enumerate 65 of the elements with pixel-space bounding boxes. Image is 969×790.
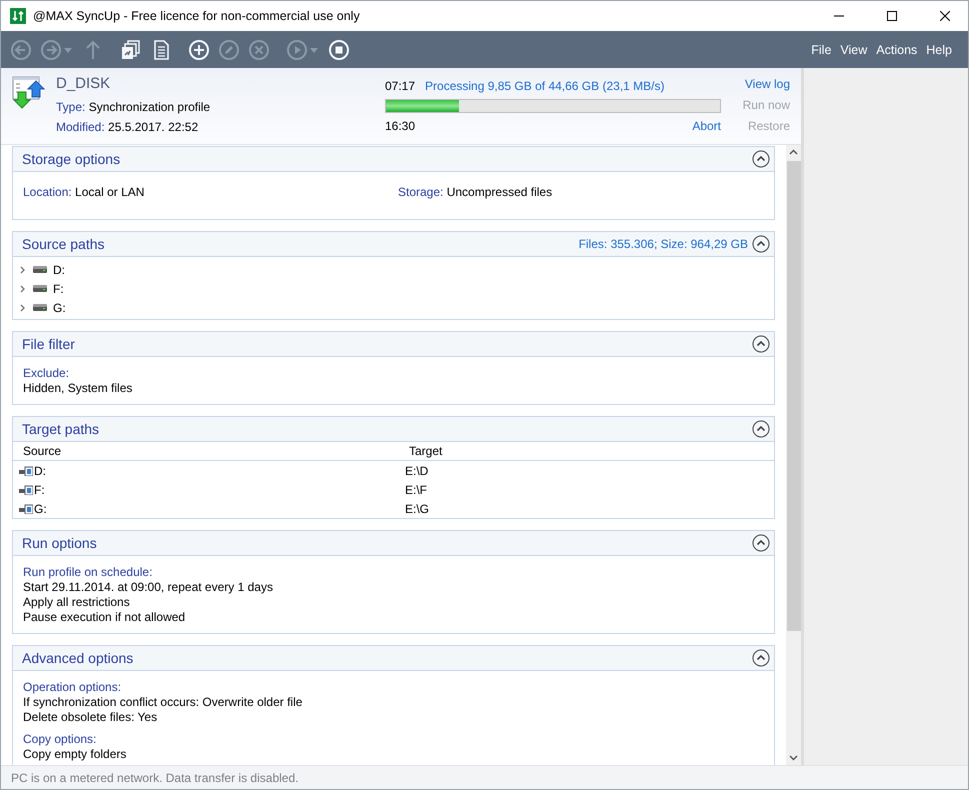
table-cell: E:\D [405, 464, 428, 478]
group-heading: Run profile on schedule: [23, 565, 154, 580]
drive-icon [33, 285, 47, 292]
group-heading: Exclude: [23, 366, 70, 381]
scroll-up-icon[interactable] [789, 148, 798, 157]
option-text: Pause execution if not allowed [23, 610, 186, 625]
section-title: Storage options [22, 151, 122, 167]
status-message: PC is on a metered network. Data transfer is disabled. [1, 765, 968, 789]
profile-field: Type: Synchronization profile [56, 97, 385, 117]
menu-item[interactable]: Actions [876, 42, 918, 56]
collapse-button[interactable] [752, 150, 770, 168]
table-cell: E:\G [405, 502, 430, 516]
drive-icon [33, 304, 47, 311]
field-text: Location: Local or LAN [23, 184, 146, 201]
tree-item[interactable]: F: [53, 282, 64, 296]
menu-item[interactable]: Help [926, 42, 952, 56]
profile-name: D_DISK [56, 75, 112, 94]
drive-icon [33, 266, 47, 273]
option-text: Delete obsolete files: Yes [23, 710, 158, 725]
table-cell: D: [34, 464, 46, 478]
field-text: Storage: Uncompressed files [398, 184, 554, 201]
window-title: @MAX SyncUp - Free licence for non-commercial use only [33, 9, 361, 23]
profile-field: Modified: 25.5.2017. 22:52 [56, 117, 385, 137]
section-title: Target paths [22, 421, 100, 437]
drive-icon [19, 484, 33, 494]
section-summary: Files: 355.306; Size: 964,29 GB [578, 237, 748, 251]
scroll-down-icon[interactable] [789, 753, 798, 762]
table-cell: F: [34, 482, 45, 496]
section-title: Run options [22, 535, 98, 551]
section-title: Source paths [22, 236, 106, 252]
section-title: Advanced options [22, 650, 134, 666]
table-cell: E:\F [405, 482, 428, 496]
abort-link[interactable]: Abort [692, 116, 721, 136]
option-text: If synchronization conflict occurs: Overwrite older file [23, 695, 304, 710]
table-cell: G: [34, 502, 47, 516]
action-link[interactable]: View log [744, 73, 790, 94]
section-title: File filter [22, 336, 76, 352]
tree-item[interactable]: G: [53, 300, 66, 314]
expand-icon[interactable] [19, 284, 27, 292]
drive-icon [19, 504, 33, 514]
progress-status: Processing 9,85 GB of 44,66 GB (23,1 MB/s) [425, 79, 664, 93]
collapse-button[interactable] [752, 534, 770, 552]
column-header: Source [23, 444, 62, 458]
tree-item[interactable]: D: [53, 262, 65, 276]
collapse-button[interactable] [752, 335, 770, 353]
column-header: Target [409, 444, 442, 458]
expand-icon[interactable] [19, 304, 27, 312]
scrollbar-thumb[interactable] [786, 161, 800, 631]
option-text: Hidden, System files [23, 381, 134, 396]
drive-icon [19, 466, 33, 476]
menu-item[interactable]: File [811, 42, 832, 56]
app-icon [10, 8, 26, 24]
option-text: Copy empty folders [23, 747, 128, 762]
collapse-button[interactable] [752, 235, 770, 253]
sync-profile-icon [12, 75, 46, 109]
collapse-button[interactable] [752, 649, 770, 667]
elapsed-time: 07:17 [385, 79, 416, 93]
remaining-time: 16:30 [385, 118, 416, 135]
expand-icon[interactable] [19, 266, 27, 274]
menu-item[interactable]: View [840, 42, 868, 56]
option-text: Start 29.11.2014. at 09:00, repeat every 1 days [23, 580, 274, 595]
option-text: Apply all restrictions [23, 595, 131, 610]
collapse-button[interactable] [752, 420, 770, 438]
group-heading: Operation options: [23, 680, 122, 695]
group-heading: Copy options: [23, 732, 98, 747]
